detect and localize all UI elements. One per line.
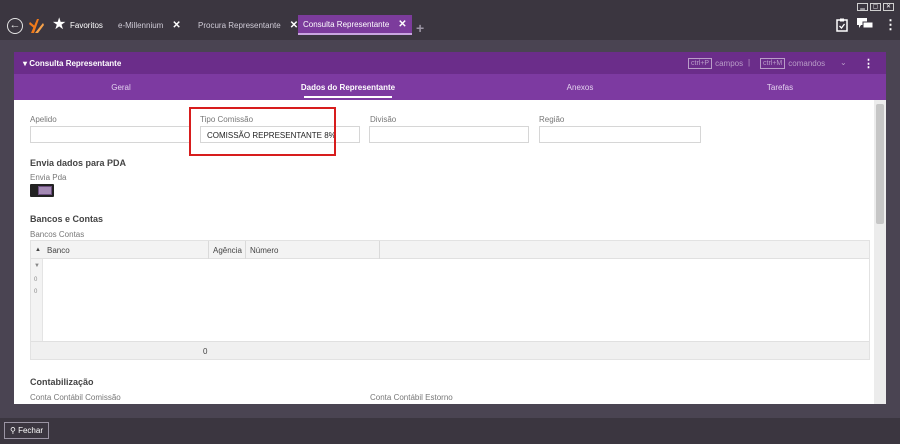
- row-marker: 0: [34, 289, 38, 295]
- maximize-button[interactable]: ▢: [870, 3, 881, 11]
- col-separator[interactable]: [379, 241, 380, 259]
- fechar-label: Fechar: [18, 426, 43, 435]
- chat-icon[interactable]: [857, 18, 874, 33]
- tab-consulta-representante[interactable]: Consulta Representante ✕: [298, 15, 412, 35]
- close-window-button[interactable]: ✕: [883, 3, 894, 11]
- tab-e-millennium[interactable]: e-Millennium ✕: [118, 15, 181, 35]
- fechar-button[interactable]: ⚲ Fechar: [4, 422, 49, 439]
- envia-pda-toggle[interactable]: [30, 184, 54, 197]
- col-separator[interactable]: [208, 241, 209, 259]
- tab-tarefas[interactable]: Tarefas: [730, 83, 830, 92]
- window-controls: ▁ ▢ ✕: [857, 3, 894, 11]
- close-icon[interactable]: ✕: [172, 20, 180, 31]
- col-numero[interactable]: Número: [250, 246, 278, 255]
- shortcut-fields[interactable]: ctrl+P campos: [688, 58, 743, 69]
- apelido-label: Apelido: [30, 115, 57, 124]
- tab-anexos[interactable]: Anexos: [530, 83, 630, 92]
- toggle-knob: [38, 186, 52, 195]
- tab-label: Consulta Representante: [303, 19, 390, 29]
- panel-tabs: Geral Dados do Representante Anexos Tare…: [14, 74, 886, 100]
- back-icon[interactable]: ←: [7, 18, 23, 34]
- shortcut-separator: |: [748, 58, 751, 67]
- tab-label: Procura Representante: [198, 20, 281, 30]
- clipboard-icon[interactable]: [836, 18, 848, 35]
- menu-icon[interactable]: ⋮: [884, 18, 897, 32]
- shortcut-commands-key: ctrl+M: [760, 58, 786, 69]
- favorites-label[interactable]: Favoritos: [70, 21, 103, 30]
- star-icon[interactable]: ★: [52, 16, 66, 34]
- row-marker: 0: [34, 277, 38, 283]
- pda-section-title: Envia dados para PDA: [30, 158, 127, 168]
- chevron-down-icon[interactable]: ⌄: [840, 58, 847, 67]
- conta-estorno-label: Conta Contábil Estorno: [370, 393, 453, 402]
- shortcut-fields-label: campos: [715, 59, 744, 68]
- shortcut-fields-key: ctrl+P: [688, 58, 713, 69]
- close-icon[interactable]: ✕: [398, 19, 406, 30]
- close-icon[interactable]: ✕: [290, 20, 298, 31]
- top-bar: ▁ ▢ ✕ ← ★ Favoritos e-Millennium ✕ Procu…: [0, 0, 900, 40]
- bancos-contas-grid[interactable]: ▲ Banco Agência Número ▼ 0 0 0: [30, 240, 870, 360]
- tab-geral[interactable]: Geral: [71, 83, 171, 92]
- col-banco[interactable]: Banco: [47, 246, 70, 255]
- col-agencia[interactable]: Agência: [213, 246, 242, 255]
- contabilizacao-section-title: Contabilização: [30, 377, 94, 387]
- bottom-bar: ⚲ Fechar: [0, 418, 900, 444]
- highlight-box: [189, 107, 336, 156]
- tab-label: e-Millennium: [118, 20, 164, 30]
- col-separator[interactable]: [245, 241, 246, 259]
- apelido-field[interactable]: [30, 126, 190, 143]
- grid-footer: 0: [31, 341, 869, 359]
- tab-procura-representante[interactable]: Procura Representante ✕: [198, 15, 298, 35]
- conta-comissao-label: Conta Contábil Comissão: [30, 393, 121, 402]
- filter-icon[interactable]: ▼: [34, 263, 40, 269]
- scrollbar-thumb[interactable]: [876, 104, 884, 224]
- envia-pda-label: Envia Pda: [30, 173, 67, 182]
- consulta-representante-panel: ▾ Consulta Representante ctrl+P campos |…: [14, 52, 886, 404]
- divisao-field[interactable]: [369, 126, 529, 143]
- shortcut-commands[interactable]: ctrl+M comandos: [760, 58, 825, 69]
- divisao-label: Divisão: [370, 115, 397, 124]
- regiao-label: Região: [539, 115, 565, 124]
- add-tab-button[interactable]: +: [416, 21, 424, 35]
- tab-dados-do-representante[interactable]: Dados do Representante: [298, 83, 398, 98]
- regiao-field[interactable]: [539, 126, 701, 143]
- footer-count: 0: [203, 347, 208, 356]
- search-icon: ⚲: [10, 426, 16, 435]
- panel-header: ▾ Consulta Representante ctrl+P campos |…: [14, 52, 886, 74]
- panel-title[interactable]: ▾ Consulta Representante: [23, 59, 121, 68]
- bancos-contas-label: Bancos Contas: [30, 230, 85, 239]
- bancos-section-title: Bancos e Contas: [30, 214, 104, 224]
- logo: [29, 19, 44, 33]
- grid-row-markers: ▼ 0 0: [31, 259, 43, 343]
- grid-header: ▲ Banco Agência Número: [31, 241, 869, 259]
- shortcut-commands-label: comandos: [788, 59, 826, 68]
- sort-up-icon[interactable]: ▲: [35, 247, 41, 253]
- minimize-button[interactable]: ▁: [857, 3, 868, 11]
- panel-menu-icon[interactable]: ⋮: [863, 57, 874, 70]
